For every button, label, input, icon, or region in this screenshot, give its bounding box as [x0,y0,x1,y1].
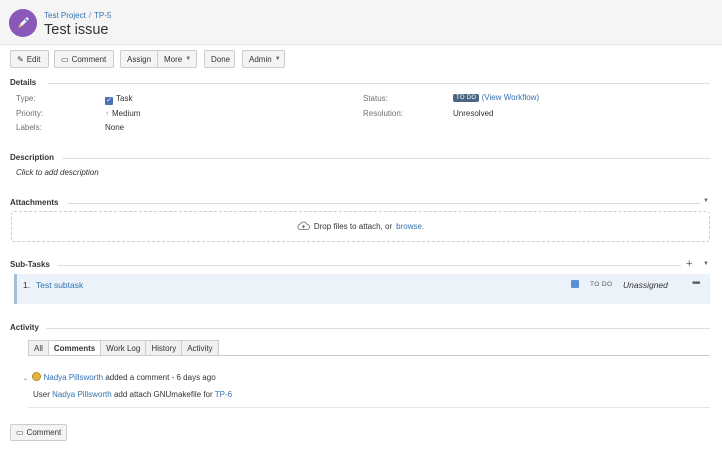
comment-button[interactable]: ▭ Comment [54,50,114,68]
subtask-status: TO DO [590,281,613,288]
description-heading[interactable]: Description [10,153,54,162]
comment-user-link[interactable]: Nadya Pillsworth [52,390,112,399]
speech-bubble-icon: ▭ [16,428,24,437]
comment-author-link[interactable]: Nadya Pillsworth [44,373,104,382]
comment-divider [28,407,710,408]
activity-tabs: All Comments Work Log History Activity [28,340,219,356]
attachments-options-chevron-icon[interactable]: ▼ [703,198,709,204]
status-value: TO DO (View Workflow) [453,93,539,102]
resolution-value: Unresolved [453,109,494,118]
comment-issue-link[interactable]: TP-6 [215,390,232,399]
pencil-icon: ✎ [17,54,24,64]
page-title[interactable]: Test issue [44,22,108,38]
breadcrumb-issue-key-link[interactable]: TP-5 [94,11,111,20]
priority-value: ↑ Medium [105,109,141,118]
view-workflow-link[interactable]: (View Workflow) [482,93,540,102]
edit-button[interactable]: ✎ Edit [10,50,49,68]
subtask-type-icon [571,280,579,288]
subtask-row[interactable]: 1. Test subtask TO DO Unassigned ••• [14,274,710,304]
add-subtask-plus-icon[interactable]: + [686,258,692,270]
subtasks-divider [58,265,681,266]
arrow-up-icon: ↑ [105,109,109,118]
status-lozenge: TO DO [453,94,480,102]
activity-heading[interactable]: Activity [10,323,39,332]
resolution-label: Resolution: [363,109,404,118]
description-field[interactable]: Click to add description [16,168,99,177]
done-button[interactable]: Done [204,50,235,68]
more-dropdown[interactable]: More ▼ [157,50,197,68]
type-value: ✓ Task [105,94,133,105]
comment-header: ⌄ Nadya Pillsworth added a comment - 6 d… [23,372,216,382]
chevron-down-icon: ▼ [274,56,281,62]
attachments-heading[interactable]: Attachments [10,198,58,207]
breadcrumb-project-link[interactable]: Test Project [44,11,86,20]
subtask-link[interactable]: Test subtask [36,280,83,290]
labels-label: Labels: [16,123,42,132]
add-comment-button[interactable]: ▭ Comment [10,424,68,441]
attachments-divider [68,203,700,204]
subtasks-heading[interactable]: Sub-Tasks [10,260,50,269]
details-divider [48,83,710,84]
activity-divider [46,328,710,329]
priority-label: Priority: [16,109,44,118]
browse-link[interactable]: browse. [396,222,424,231]
tab-all[interactable]: All [28,340,48,356]
user-avatar[interactable] [32,372,42,381]
comment-timestamp[interactable]: 6 days ago [177,373,216,382]
breadcrumb: Test Project / TP-5 [44,11,112,20]
cloud-upload-icon [297,221,310,232]
issue-header: Test Project / TP-5 Test issue [0,0,722,45]
description-divider [62,158,710,159]
tab-activity[interactable]: Activity [181,340,219,356]
status-label: Status: [363,94,388,103]
tabs-baseline [28,355,710,356]
details-heading[interactable]: Details [10,78,36,87]
chevron-down-icon: ▼ [185,56,192,62]
subtasks-options-chevron-icon[interactable]: ▼ [703,261,709,267]
subtask-number: 1. [23,280,31,290]
speech-bubble-icon: ▭ [61,54,69,64]
labels-value[interactable]: None [105,123,124,132]
admin-dropdown[interactable]: Admin ▼ [242,50,285,68]
subtask-assignee: Unassigned [623,280,668,290]
type-label: Type: [16,94,36,103]
task-checkbox-icon: ✓ [105,97,113,105]
tab-work-log[interactable]: Work Log [100,340,146,356]
more-actions-icon[interactable]: ••• [692,278,700,289]
project-avatar[interactable] [9,9,37,37]
tab-comments[interactable]: Comments [47,340,101,356]
comment-body: User Nadya Pillsworth add attach GNUmake… [33,390,233,399]
tab-history[interactable]: History [145,340,182,356]
attachment-dropzone[interactable]: Drop files to attach, or browse. [11,211,710,242]
assign-button[interactable]: Assign [120,50,158,68]
collapse-chevron-icon[interactable]: ⌄ [23,376,28,382]
